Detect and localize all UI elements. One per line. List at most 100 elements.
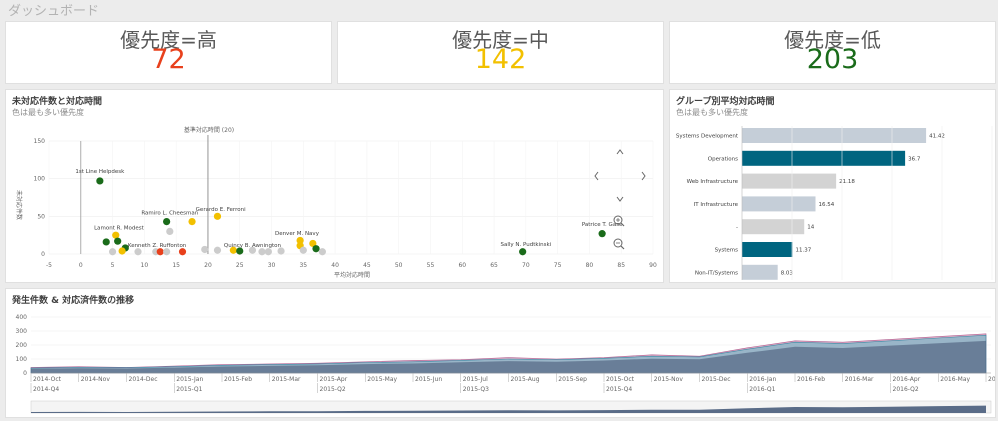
- trend-month-label: 2015-Apr: [320, 376, 348, 383]
- scatter-point[interactable]: [519, 248, 527, 256]
- scatter-point[interactable]: [156, 248, 164, 256]
- scatter-x-tick: 10: [141, 262, 149, 269]
- trend-month-label: 2015-May: [367, 376, 397, 383]
- kpi-high-value: 72: [151, 44, 186, 75]
- bar-category-label: Web Infrastructure: [687, 179, 739, 185]
- bar-panel[interactable]: グループ別平均対応時間 色は最も多い優先度 Systems Developmen…: [669, 89, 996, 283]
- scatter-point-label: Gerardo E. Ferroni: [196, 207, 246, 213]
- scatter-point[interactable]: [134, 248, 142, 256]
- scatter-x-tick: 20: [204, 262, 212, 269]
- scatter-point[interactable]: [102, 238, 110, 246]
- scatter-point[interactable]: [598, 230, 606, 238]
- scatter-x-tick: 65: [490, 262, 498, 269]
- kpi-medium-value: 142: [474, 44, 527, 75]
- trend-y-tick: 300: [16, 328, 28, 335]
- bar-value-label: 16.54: [819, 202, 835, 208]
- scatter-ylabel: 未対応件数: [15, 190, 23, 220]
- scatter-point[interactable]: [299, 246, 307, 254]
- trend-month-label: 2015-Oct: [606, 376, 635, 383]
- trend-month-label: 2015-Dec: [702, 376, 731, 383]
- scatter-x-tick: 30: [268, 262, 276, 269]
- bar[interactable]: [742, 264, 778, 280]
- kpi-high-panel[interactable]: 優先度=高 72: [5, 21, 332, 84]
- zoom-out-icon[interactable]: [613, 238, 625, 250]
- trend-month-label: 2014-Dec: [129, 376, 158, 383]
- scatter-point[interactable]: [163, 248, 171, 256]
- scatter-point[interactable]: [264, 248, 272, 256]
- kpi-medium-panel[interactable]: 優先度=中 142: [337, 21, 664, 84]
- bar-category-label: Systems Development: [676, 134, 739, 140]
- scatter-point[interactable]: [213, 212, 222, 220]
- scatter-point[interactable]: [118, 247, 126, 255]
- bar-value-label: 36.7: [908, 156, 921, 162]
- scatter-point[interactable]: [258, 248, 266, 256]
- scatter-point[interactable]: [213, 246, 222, 254]
- scatter-point-label: Ramiro L. Cheesman: [141, 211, 198, 217]
- trend-chart[interactable]: 0 100 200 300 400 2014-Oct 2014-Nov 2014-Dec 201…: [6, 289, 995, 417]
- trend-quarter-label: 2015-Q4: [606, 386, 632, 393]
- scatter-point[interactable]: [312, 245, 320, 253]
- trend-y-tick: 200: [16, 342, 28, 349]
- bar[interactable]: [742, 242, 793, 257]
- scatter-chart[interactable]: 050100150-5 0 5 10 15 20 25 30 35 40 45 50 55 60 65 70 7…: [6, 90, 663, 282]
- scatter-point-label: Lamont R. Modest: [94, 226, 145, 232]
- trend-quarter-label: 2016-Q2: [893, 386, 919, 393]
- scatter-y-tick: 150: [34, 138, 46, 145]
- bar[interactable]: [742, 128, 927, 143]
- trend-quarter-label: 2016-Q1: [749, 386, 775, 393]
- scatter-point-label: Quincy B. Awnington: [224, 243, 282, 249]
- scatter-point[interactable]: [96, 177, 104, 185]
- trend-panel[interactable]: 発生件数 & 対応済件数の推移 0 100 200 300 400 2014-Oct 201…: [5, 288, 996, 418]
- bar-category-label: IT Infrastructure: [694, 202, 739, 208]
- bar-value-label: 14: [807, 225, 814, 231]
- scatter-x-tick: 25: [236, 262, 244, 269]
- trend-month-label: 2015-Nov: [654, 376, 684, 383]
- bar[interactable]: [742, 196, 816, 212]
- bar-value-label: 11.37: [796, 248, 812, 254]
- trend-month-label: 2014-Oct: [33, 376, 62, 383]
- bar-category-label: Operations: [708, 156, 738, 162]
- scatter-y-tick: 0: [41, 251, 45, 258]
- bar-chart[interactable]: Systems Development 41.42 Operations 36.7 We…: [670, 90, 995, 282]
- trend-month-label: 2015-Feb: [224, 376, 252, 383]
- trend-month-label: 2016-Apr: [893, 376, 921, 383]
- trend-month-label: 2015-Sep: [558, 376, 587, 383]
- pan-up-icon[interactable]: [616, 149, 624, 155]
- scatter-point-label: Denver M. Navy: [275, 231, 320, 237]
- scatter-y-tick: 100: [34, 176, 46, 183]
- bar[interactable]: [742, 173, 837, 189]
- bar-category-label: Non-IT/Systems: [695, 270, 738, 276]
- scatter-point[interactable]: [201, 245, 209, 254]
- scatter-x-tick: 35: [299, 262, 307, 269]
- scatter-x-tick: 15: [172, 262, 180, 269]
- trend-month-label: 2016-May: [940, 376, 970, 383]
- scatter-x-tick: 60: [458, 262, 466, 269]
- trend-month-label: 2015-Jun: [415, 376, 442, 383]
- scatter-x-tick: 70: [522, 262, 530, 269]
- scatter-point[interactable]: [178, 248, 187, 256]
- kpi-low-panel[interactable]: 優先度=低 203: [669, 21, 996, 84]
- bar[interactable]: [742, 219, 805, 235]
- bar[interactable]: [742, 150, 906, 166]
- scatter-x-tick: 5: [111, 262, 115, 269]
- scatter-point-label: Kenneth Z. Ruffonton: [128, 243, 187, 249]
- bar-category-label: -: [736, 225, 738, 231]
- scatter-point[interactable]: [114, 237, 122, 245]
- bar-value-label: 21.18: [839, 179, 855, 185]
- scatter-point[interactable]: [188, 218, 196, 226]
- trend-month-label: 2016-Jun: [988, 376, 995, 383]
- pan-down-icon[interactable]: [616, 196, 624, 202]
- trend-quarter-label: 2015-Q3: [463, 386, 489, 393]
- scatter-point[interactable]: [318, 248, 326, 256]
- scatter-point[interactable]: [108, 248, 117, 256]
- scatter-point[interactable]: [166, 227, 174, 235]
- trend-y-tick: 100: [16, 356, 28, 363]
- scatter-panel[interactable]: 未対応件数と対応時間 色は最も多い優先度 0 50 100 150 -5 0 5 10 15 20…: [5, 89, 664, 283]
- bar-category-label: Systems: [715, 248, 739, 254]
- ref-line-label: 基準対応時間 (20): [184, 126, 234, 134]
- page-title: ダッシュボード: [8, 4, 100, 19]
- scatter-point[interactable]: [163, 218, 171, 226]
- trend-month-label: 2016-Feb: [797, 376, 825, 383]
- bar-value-label: 41.42: [929, 134, 945, 140]
- scatter-point-label: Sally N. Pudtkinski: [501, 242, 552, 248]
